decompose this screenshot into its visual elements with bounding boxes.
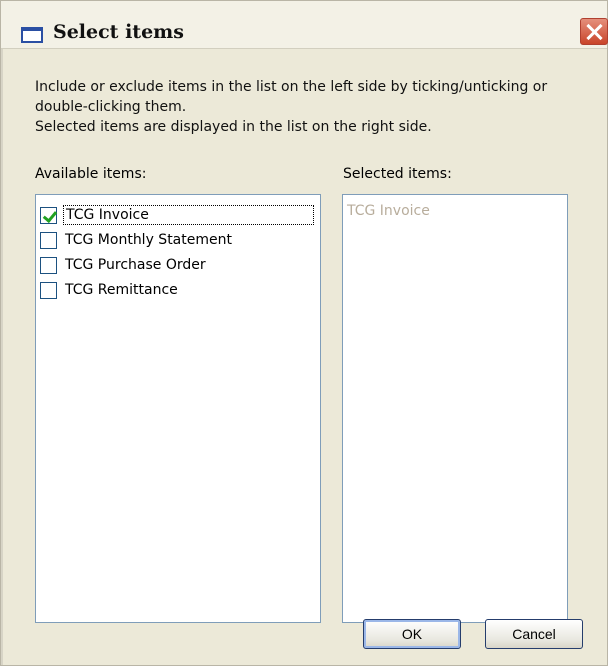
list-item-label: TCG Monthly Statement (65, 232, 232, 248)
window-icon (21, 27, 43, 43)
selected-item: TCG Invoice (347, 203, 430, 219)
cancel-button[interactable]: Cancel (485, 619, 583, 649)
list-item-tcg-purchase-order[interactable]: TCG Purchase Order (40, 253, 316, 277)
window-title: Select items (53, 21, 184, 43)
selected-items-label: Selected items: (343, 166, 452, 182)
list-item-tcg-remittance[interactable]: TCG Remittance (40, 278, 316, 302)
list-item-label: TCG Remittance (65, 282, 178, 298)
instruction-line: Selected items are displayed in the list… (35, 119, 432, 135)
select-items-dialog: Select items Include or exclude items in… (0, 0, 608, 666)
selected-items-list[interactable]: TCG Invoice (342, 194, 568, 623)
checkbox[interactable] (40, 231, 57, 249)
ok-button[interactable]: OK (363, 619, 461, 649)
available-items-label: Available items: (35, 166, 147, 182)
list-item-tcg-invoice[interactable]: TCG Invoice (40, 203, 316, 227)
title-bar[interactable]: Select items (1, 1, 608, 49)
available-items-list[interactable]: TCG Invoice TCG Monthly Statement TCG Pu… (35, 194, 321, 623)
list-item-label: TCG Purchase Order (65, 257, 206, 273)
instruction-line: double-clicking them. (35, 99, 187, 115)
close-button[interactable] (580, 18, 608, 45)
window-border (1, 49, 3, 665)
checkbox[interactable] (40, 281, 57, 299)
instruction-line: Include or exclude items in the list on … (35, 79, 548, 95)
list-item-tcg-monthly-statement[interactable]: TCG Monthly Statement (40, 228, 316, 252)
focus-rect: TCG Invoice (63, 205, 314, 225)
list-item-label: TCG Invoice (66, 207, 149, 223)
checkbox[interactable] (40, 256, 57, 274)
checkbox-checked[interactable] (40, 206, 57, 224)
instructions: Include or exclude items in the list on … (35, 77, 595, 137)
